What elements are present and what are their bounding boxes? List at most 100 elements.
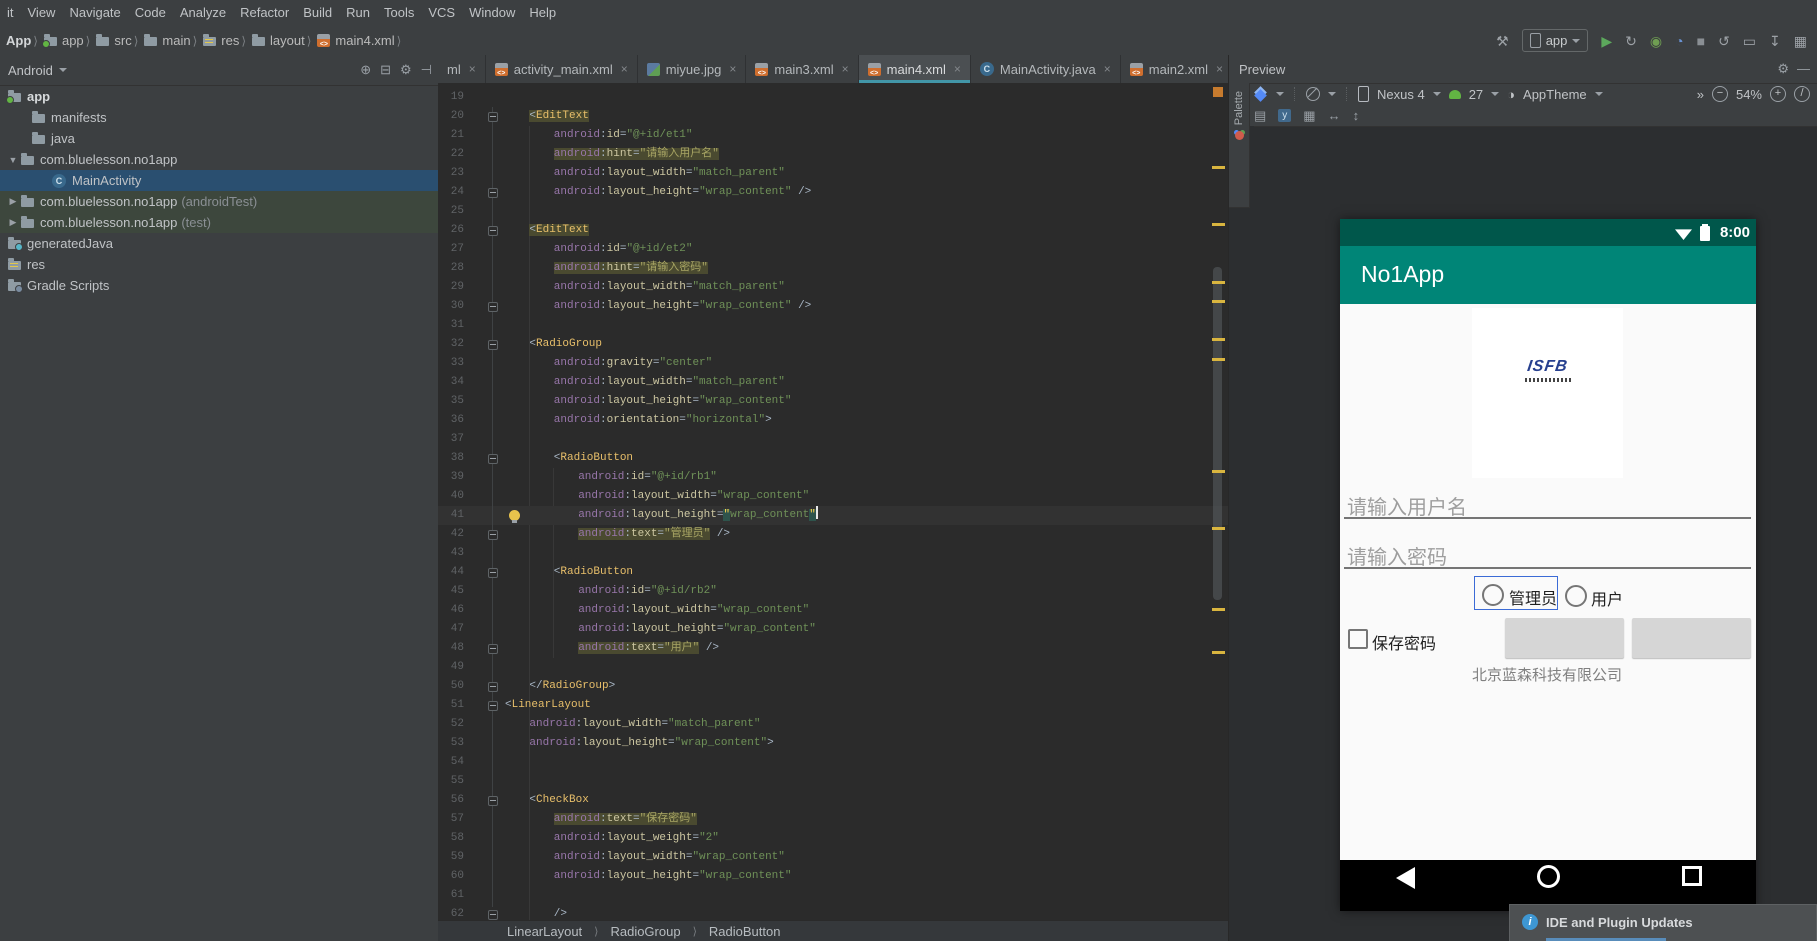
fold-end-icon[interactable]: [488, 530, 498, 540]
project-view-selector[interactable]: Android: [8, 63, 53, 78]
variant-icon[interactable]: y: [1278, 109, 1292, 122]
orientation-icon[interactable]: [1306, 87, 1320, 101]
menu-item-view[interactable]: View: [21, 0, 63, 26]
sync-icon[interactable]: ↺: [1718, 30, 1730, 52]
button-2[interactable]: [1632, 618, 1751, 658]
warning-stripe-mark[interactable]: [1212, 338, 1225, 341]
editor-scrollbar[interactable]: [1210, 83, 1228, 920]
warning-stripe-mark[interactable]: [1212, 527, 1225, 530]
tab-main3-xml[interactable]: main3.xml ×: [746, 55, 859, 83]
preview-hide-icon[interactable]: —: [1797, 61, 1810, 77]
close-icon[interactable]: ×: [1216, 62, 1223, 76]
toolbar-overflow-icon[interactable]: »: [1697, 87, 1704, 102]
menu-item-analyze[interactable]: Analyze: [173, 0, 233, 26]
fold-end-icon[interactable]: [488, 910, 498, 920]
warning-stripe-mark[interactable]: [1212, 300, 1225, 303]
close-icon[interactable]: ×: [469, 62, 476, 76]
project-row-app[interactable]: app: [0, 86, 438, 107]
scrollbar-thumb[interactable]: [1213, 267, 1222, 600]
menu-item-navigate[interactable]: Navigate: [62, 0, 127, 26]
build-hammer-icon[interactable]: ⚒: [1496, 30, 1509, 52]
collapsed-arrow-icon[interactable]: ▶: [8, 196, 18, 207]
warning-stripe-mark[interactable]: [1212, 281, 1225, 284]
stop-icon[interactable]: ■: [1697, 30, 1705, 52]
save-password-checkbox[interactable]: [1348, 629, 1368, 649]
close-icon[interactable]: ×: [621, 62, 628, 76]
chevron-down-icon[interactable]: [1276, 92, 1284, 96]
project-row-generatedjava[interactable]: generatedJava: [0, 233, 438, 254]
layout-inspector-icon[interactable]: ▦: [1794, 30, 1807, 52]
menu-item-code[interactable]: Code: [128, 0, 173, 26]
fold-start-icon[interactable]: [488, 796, 498, 806]
username-field[interactable]: 请输入用户名: [1347, 491, 1467, 520]
xml-breadcrumb-radiobutton[interactable]: RadioButton: [709, 924, 781, 939]
project-row-mainactivity[interactable]: MainActivity: [0, 170, 438, 191]
fold-start-icon[interactable]: [488, 112, 498, 122]
fold-start-icon[interactable]: [488, 454, 498, 464]
code-editor[interactable]: 19 20 <EditText 21 android:id="@+id/et1" 22 an…: [438, 83, 1228, 920]
menu-item-build[interactable]: Build: [296, 0, 339, 26]
warning-stripe-mark[interactable]: [1212, 166, 1225, 169]
close-icon[interactable]: ×: [729, 62, 736, 76]
tab-ml[interactable]: ml ×: [438, 55, 486, 83]
breadcrumb-main4.xml[interactable]: main4.xml: [317, 33, 395, 48]
show-grid-icon[interactable]: ▦: [1303, 108, 1315, 124]
run-icon[interactable]: ▶: [1601, 30, 1612, 52]
api-level-selector[interactable]: 27: [1469, 87, 1483, 102]
logo-image[interactable]: ISFB: [1472, 308, 1623, 478]
expanded-arrow-icon[interactable]: ▼: [8, 155, 18, 165]
project-row-com-bluelesson-no1app[interactable]: ▼ com.bluelesson.no1app: [0, 149, 438, 170]
breadcrumb-res[interactable]: res: [203, 33, 239, 48]
show-list-icon[interactable]: ▤: [1254, 108, 1266, 124]
resize-vertical-icon[interactable]: ↕: [1353, 108, 1360, 123]
chevron-down-icon[interactable]: [1432, 92, 1441, 96]
chevron-down-icon[interactable]: [1594, 92, 1603, 96]
chevron-down-icon[interactable]: [1328, 92, 1336, 96]
fold-start-icon[interactable]: [488, 568, 498, 578]
warning-stripe-mark[interactable]: [1212, 223, 1225, 226]
warning-stripe-mark[interactable]: [1212, 358, 1225, 361]
close-icon[interactable]: ×: [842, 62, 849, 76]
run-configuration-selector[interactable]: app: [1521, 29, 1589, 52]
fold-start-icon[interactable]: [488, 701, 498, 711]
collapsed-arrow-icon[interactable]: ▶: [8, 217, 18, 228]
tab-activity-main-xml[interactable]: activity_main.xml ×: [486, 55, 638, 83]
breadcrumb-project[interactable]: App: [6, 33, 31, 48]
fold-start-icon[interactable]: [488, 340, 498, 350]
fold-start-icon[interactable]: [488, 226, 498, 236]
xml-breadcrumb-radiogroup[interactable]: RadioGroup: [610, 924, 680, 939]
tab-main4-xml[interactable]: main4.xml ×: [858, 55, 971, 83]
menu-item-tools[interactable]: Tools: [377, 0, 421, 26]
project-row-manifests[interactable]: manifests: [0, 107, 438, 128]
device-selector[interactable]: Nexus 4: [1377, 87, 1425, 102]
radio-admin[interactable]: [1482, 584, 1504, 606]
project-row-com-bluelesson-no1app[interactable]: ▶ com.bluelesson.no1app (androidTest): [0, 191, 438, 212]
project-row-res[interactable]: res: [0, 254, 438, 275]
notification-balloon[interactable]: i IDE and Plugin Updates: [1509, 904, 1817, 941]
breadcrumb-app[interactable]: app: [41, 33, 84, 48]
fold-end-icon[interactable]: [488, 644, 498, 654]
close-icon[interactable]: ×: [954, 62, 961, 76]
radio-user[interactable]: [1565, 585, 1587, 607]
menu-item-it[interactable]: it: [0, 0, 21, 26]
resize-horizontal-icon[interactable]: ↔: [1328, 108, 1341, 123]
tab-miyue-jpg[interactable]: miyue.jpg ×: [638, 55, 747, 83]
theme-selector[interactable]: AppTheme: [1523, 87, 1587, 102]
fold-end-icon[interactable]: [488, 188, 498, 198]
zoom-out-icon[interactable]: −: [1711, 86, 1728, 102]
breadcrumb-layout[interactable]: layout: [252, 33, 305, 48]
hide-panel-icon[interactable]: ⊣: [421, 62, 432, 78]
breadcrumb-main[interactable]: main: [144, 33, 191, 48]
device-manager-icon[interactable]: ▭: [1743, 30, 1756, 52]
menu-item-window[interactable]: Window: [462, 0, 522, 26]
sdk-manager-icon[interactable]: ↧: [1769, 30, 1781, 52]
fold-end-icon[interactable]: [488, 302, 498, 312]
menu-item-help[interactable]: Help: [522, 0, 563, 26]
project-row-java[interactable]: java: [0, 128, 438, 149]
password-field[interactable]: 请输入密码: [1347, 541, 1447, 570]
intention-bulb-icon[interactable]: [509, 510, 520, 523]
debug-icon[interactable]: ◉: [1650, 30, 1662, 52]
fold-end-icon[interactable]: [488, 682, 498, 692]
button-1[interactable]: [1505, 618, 1624, 658]
locate-icon[interactable]: ⊕: [360, 62, 371, 78]
